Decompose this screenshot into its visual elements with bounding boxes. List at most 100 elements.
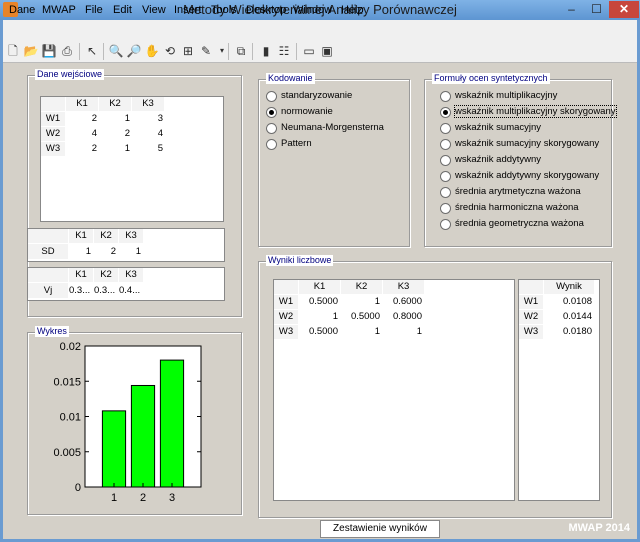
table-cell[interactable]: 1 xyxy=(341,325,380,338)
radio-button[interactable] xyxy=(440,91,451,102)
table-cell[interactable]: 1 xyxy=(119,245,141,258)
formula-option-label: wskaźnik addytywny xyxy=(455,154,542,165)
column-header: Wynik xyxy=(544,280,594,294)
menu-window[interactable]: Window xyxy=(293,4,332,16)
menu-desktop[interactable]: Desktop xyxy=(246,4,286,16)
minimize-button[interactable]: ‒ xyxy=(559,1,584,18)
new-file-icon[interactable]: 🗋 xyxy=(5,43,21,59)
pan-icon[interactable]: ✋ xyxy=(144,43,160,59)
close-button[interactable]: ✕ xyxy=(609,1,639,18)
save-icon[interactable]: 💾 xyxy=(41,43,57,59)
row-header: W2 xyxy=(519,310,543,324)
legend-icon[interactable]: ☷ xyxy=(276,43,292,59)
table-cell[interactable]: 1 xyxy=(69,245,91,258)
column-header: K2 xyxy=(341,280,382,294)
formula-option-label: średnia geometryczna ważona xyxy=(455,218,584,229)
radio-button[interactable] xyxy=(440,139,451,150)
row-header: Vj xyxy=(28,283,68,298)
table-cell[interactable]: 2 xyxy=(99,127,130,140)
open-folder-icon[interactable]: 📂 xyxy=(23,43,39,59)
table-cell[interactable]: 0.0108 xyxy=(544,295,592,308)
table-cell[interactable]: 0.5000 xyxy=(299,325,338,338)
table-cell[interactable]: 1 xyxy=(99,142,130,155)
column-header: K2 xyxy=(99,97,131,111)
column-header: K3 xyxy=(119,229,143,243)
table-corner xyxy=(41,97,65,111)
table-cell[interactable]: 0.5000 xyxy=(341,310,380,323)
formulas-panel-title: Formuły ocen syntetycznych xyxy=(432,73,550,84)
menu-tools[interactable]: Tools xyxy=(211,4,237,16)
row-header: W1 xyxy=(274,295,298,309)
toolbar-separator xyxy=(252,43,253,60)
brand-label: MWAP 2014 xyxy=(568,522,630,534)
zoom-out-icon[interactable]: 🔎 xyxy=(126,43,142,59)
summary-button[interactable]: Zestawienie wyników xyxy=(320,520,440,538)
x-tick-label: 1 xyxy=(111,492,117,504)
y-tick-label: 0.015 xyxy=(53,376,81,388)
menu-view[interactable]: View xyxy=(142,4,166,16)
table-cell[interactable]: 3 xyxy=(132,112,163,125)
colorbar-icon[interactable]: ▮ xyxy=(258,43,274,59)
table-cell[interactable]: 1 xyxy=(341,295,380,308)
table-cell[interactable]: 1 xyxy=(99,112,130,125)
table-cell[interactable]: 0.3... xyxy=(94,284,118,297)
table-cell[interactable]: 1 xyxy=(299,310,338,323)
maximize-button[interactable]: ☐ xyxy=(584,1,609,18)
print-icon[interactable]: ⎙ xyxy=(59,43,75,59)
chart-panel-title: Wykres xyxy=(35,326,69,337)
radio-button[interactable] xyxy=(266,107,277,118)
table-corner xyxy=(519,280,543,294)
table-cell[interactable]: 0.4... xyxy=(119,284,143,297)
menu-help[interactable]: Help xyxy=(341,4,364,16)
hide-plot-tools-icon[interactable]: ▭ xyxy=(301,43,317,59)
radio-button[interactable] xyxy=(440,187,451,198)
radio-button[interactable] xyxy=(440,107,451,118)
formula-option-label: wskaźnik multiplikacyjny xyxy=(455,90,558,101)
row-header: W1 xyxy=(41,112,65,126)
radio-button[interactable] xyxy=(266,139,277,150)
formula-option-label: średnia harmoniczna ważona xyxy=(455,202,579,213)
radio-button[interactable] xyxy=(266,123,277,134)
table-cell[interactable]: 2 xyxy=(66,112,97,125)
data-cursor-icon[interactable]: ⊞ xyxy=(180,43,196,59)
link-icon[interactable]: ⧉ xyxy=(233,43,249,59)
table-cell[interactable]: 0.3... xyxy=(69,284,93,297)
pointer-icon[interactable]: ↖ xyxy=(84,43,100,59)
coding-option-label: Neumana-Morgensterna xyxy=(281,122,384,133)
zoom-in-icon[interactable]: 🔍 xyxy=(108,43,124,59)
formula-option-label: wskaźnik sumacyjny xyxy=(455,122,542,133)
menu-dane[interactable]: Dane xyxy=(9,4,35,16)
table-cell[interactable]: 0.5000 xyxy=(299,295,338,308)
bar xyxy=(130,384,156,488)
toolbar-separator xyxy=(228,43,229,60)
radio-button[interactable] xyxy=(266,91,277,102)
table-cell[interactable]: 0.8000 xyxy=(383,310,422,323)
table-cell[interactable]: 4 xyxy=(66,127,97,140)
table-cell[interactable]: 0.0180 xyxy=(544,325,592,338)
menu-insert[interactable]: Insert xyxy=(174,4,202,16)
y-tick-label: 0.01 xyxy=(60,412,81,424)
results-panel-title: Wyniki liczbowe xyxy=(266,255,334,266)
radio-button[interactable] xyxy=(440,219,451,230)
radio-button[interactable] xyxy=(440,123,451,134)
radio-button[interactable] xyxy=(440,155,451,166)
table-cell[interactable]: 4 xyxy=(132,127,163,140)
menu-mwap[interactable]: MWAP xyxy=(42,4,76,16)
radio-button[interactable] xyxy=(440,203,451,214)
table-cell[interactable]: 5 xyxy=(132,142,163,155)
brush-icon[interactable]: ✎ xyxy=(198,43,214,59)
radio-button[interactable] xyxy=(440,171,451,182)
table-cell[interactable]: 2 xyxy=(66,142,97,155)
rotate-icon[interactable]: ⟲ xyxy=(162,43,178,59)
show-plot-tools-icon[interactable]: ▣ xyxy=(319,43,335,59)
menu-file[interactable]: File xyxy=(85,4,103,16)
table-cell[interactable]: 0.0144 xyxy=(544,310,592,323)
column-header: K2 xyxy=(94,268,118,282)
x-tick-label: 3 xyxy=(169,492,175,504)
table-cell[interactable]: 1 xyxy=(383,325,422,338)
table-cell[interactable]: 2 xyxy=(94,245,116,258)
menu-edit[interactable]: Edit xyxy=(113,4,132,16)
table-cell[interactable]: 0.6000 xyxy=(383,295,422,308)
column-header: K1 xyxy=(66,97,98,111)
coding-option-label: normowanie xyxy=(281,106,333,117)
